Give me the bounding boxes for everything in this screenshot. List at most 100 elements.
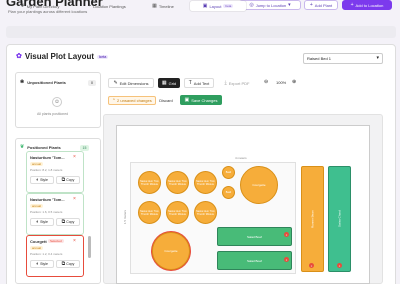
plus-icon: + [309,1,313,8]
chevron-down-icon: ▾ [288,1,291,8]
beta-badge: beta [223,4,234,8]
plant-name: Nasturtium 'Tom... [30,155,65,160]
zoom-in-icon[interactable]: ⊕ [292,79,296,85]
positioned-title: Positioned Plants [27,145,61,150]
unsaved-label: 2 unsaved changes [117,98,152,103]
grid-label: Grid [168,80,177,86]
unpositioned-empty-text: All plants positioned [37,112,69,116]
tab-label: Location Plantings [93,3,126,9]
tab-bar [6,26,396,38]
copy-button[interactable]: ⧉ Copy [56,176,80,184]
tab-plant-directory[interactable]: ❦ My Plant Directory [8,1,72,11]
remove-icon[interactable]: × [73,154,76,160]
plant-marker-selected[interactable]: Courgette [152,232,190,270]
zoom-out-icon[interactable]: ⊖ [264,79,268,85]
style-button[interactable]: ◐ Style [30,218,54,226]
tab-location-plantings[interactable]: ⌖ Location Plantings [74,1,140,11]
tab-label: Layout [209,3,222,9]
remove-dot[interactable]: × [337,263,342,268]
plant-marker[interactable]: Nastur-tium 'Tom Thumb' Mixture [138,201,161,224]
export-pdf-label: Export PDF [228,80,250,86]
add-location-label: Add to Location [355,2,384,8]
annual-badge: annual [30,204,44,208]
palette-icon: ◐ [36,176,40,183]
edit-dimensions-button[interactable]: ✎ Edit Dimensions [108,78,154,88]
plant-name: Nasturtium 'Tom... [30,197,65,202]
plant-area[interactable]: Salad Bowl [217,227,292,246]
remove-icon[interactable]: × [73,196,76,202]
width-label: 4 meters [235,156,247,160]
copy-button[interactable]: ⧉ Copy [56,218,80,226]
remove-icon[interactable]: × [73,238,76,244]
copy-label: Copy [66,220,75,224]
add-plant-button[interactable]: + Add Plant [304,0,338,10]
discard-button[interactable]: Discard [156,95,176,105]
layout-title: ✿ Visual Plot Layout beta [16,52,109,61]
add-plant-label: Add Plant [314,2,333,8]
plant-area[interactable]: Swiss Chard [328,166,351,272]
style-button[interactable]: ◐ Style [30,176,54,184]
unpositioned-title: Unpositioned Plants [27,80,66,85]
plant-marker[interactable]: Nastur-tium 'Tom Thumb' Mixture [166,201,189,224]
plant-marker[interactable]: Nastur-tium 'Tom Thumb' Mixture [194,201,217,224]
unsaved-badge: ◔ 2 unsaved changes [108,96,156,105]
leaf-icon: ❦ [20,2,25,9]
selected-badge: Selected [48,239,64,243]
plant-marker[interactable]: Nastur-tium 'Tom Thumb' Mixture [138,171,161,194]
add-text-label: Add Text [193,80,210,86]
discard-label: Discard [159,97,173,103]
copy-icon: ⧉ [61,218,66,225]
pin-icon: ⌖ [88,2,92,9]
plant-marker[interactable]: Basil [222,186,235,199]
plant-area[interactable]: Runner Bean [301,166,324,272]
style-button[interactable]: ◐ Style [30,260,54,268]
copy-label: Copy [66,178,75,182]
style-label: Style [40,262,48,266]
jump-to-location-button[interactable]: ◎ Jump to Location ▾ [239,0,301,10]
tab-label: My Plant Directory [26,3,60,9]
remove-dot[interactable]: × [284,257,289,262]
remove-dot[interactable]: × [309,263,314,268]
grid-button[interactable]: ▦ Grid [158,78,180,88]
jump-label: Jump to Location [255,2,287,8]
location-icon: ◎ [249,1,254,8]
scrollbar[interactable] [88,236,91,258]
calendar-icon: ▦ [152,2,157,9]
palette-icon: ◐ [36,218,40,225]
text-icon: T [188,79,192,86]
remove-dot[interactable]: × [284,232,289,237]
export-pdf-button[interactable]: ⤓ Export PDF [219,78,255,88]
sprout-icon: ✿ [16,53,22,60]
copy-icon: ⧉ [61,260,66,267]
beta-badge: beta [97,54,109,59]
leaf-icon: ❦ [20,144,25,150]
chevron-down-icon: ▾ [376,55,379,61]
empty-icon: ✿ [52,97,62,107]
plant-position: Position: 1.2, 0.4 meters [30,252,63,256]
save-icon: ▣ [184,96,190,103]
tab-layout[interactable]: ▣ Layout beta [190,1,246,11]
add-text-button[interactable]: T Add Text [184,78,214,88]
annual-badge: annual [30,162,44,166]
plant-marker[interactable]: Basil [222,166,235,179]
palette-icon: ◐ [36,260,40,267]
plant-marker[interactable]: Nastur-tium 'Tom Thumb' Mixture [194,171,217,194]
plant-marker[interactable]: Courgette [240,166,278,204]
unpositioned-count: 0 [88,80,96,86]
plant-name: Courgett [30,239,47,244]
copy-button[interactable]: ⧉ Copy [56,260,80,268]
plant-marker[interactable]: Nastur-tium 'Tom Thumb' Mixture [166,171,189,194]
save-changes-button[interactable]: ▣ Save Changes [180,95,222,105]
save-label: Save Changes [191,97,218,103]
annual-badge: annual [30,246,44,250]
style-label: Style [40,220,48,224]
download-icon: ⤓ [224,79,227,86]
tab-timeline[interactable]: ▦ Timeline [142,1,184,11]
plant-area[interactable]: Salad Bowl [217,251,292,270]
positioned-header: ❦ Positioned Plants [20,144,61,151]
copy-label: Copy [66,262,75,266]
style-label: Style [40,178,48,182]
plant-position: Position: 8.2, 1.8 meters [30,168,63,172]
add-to-location-button[interactable]: + Add to Location [342,0,392,10]
bed-select[interactable]: Raised Bed 1 ▾ [303,53,383,64]
